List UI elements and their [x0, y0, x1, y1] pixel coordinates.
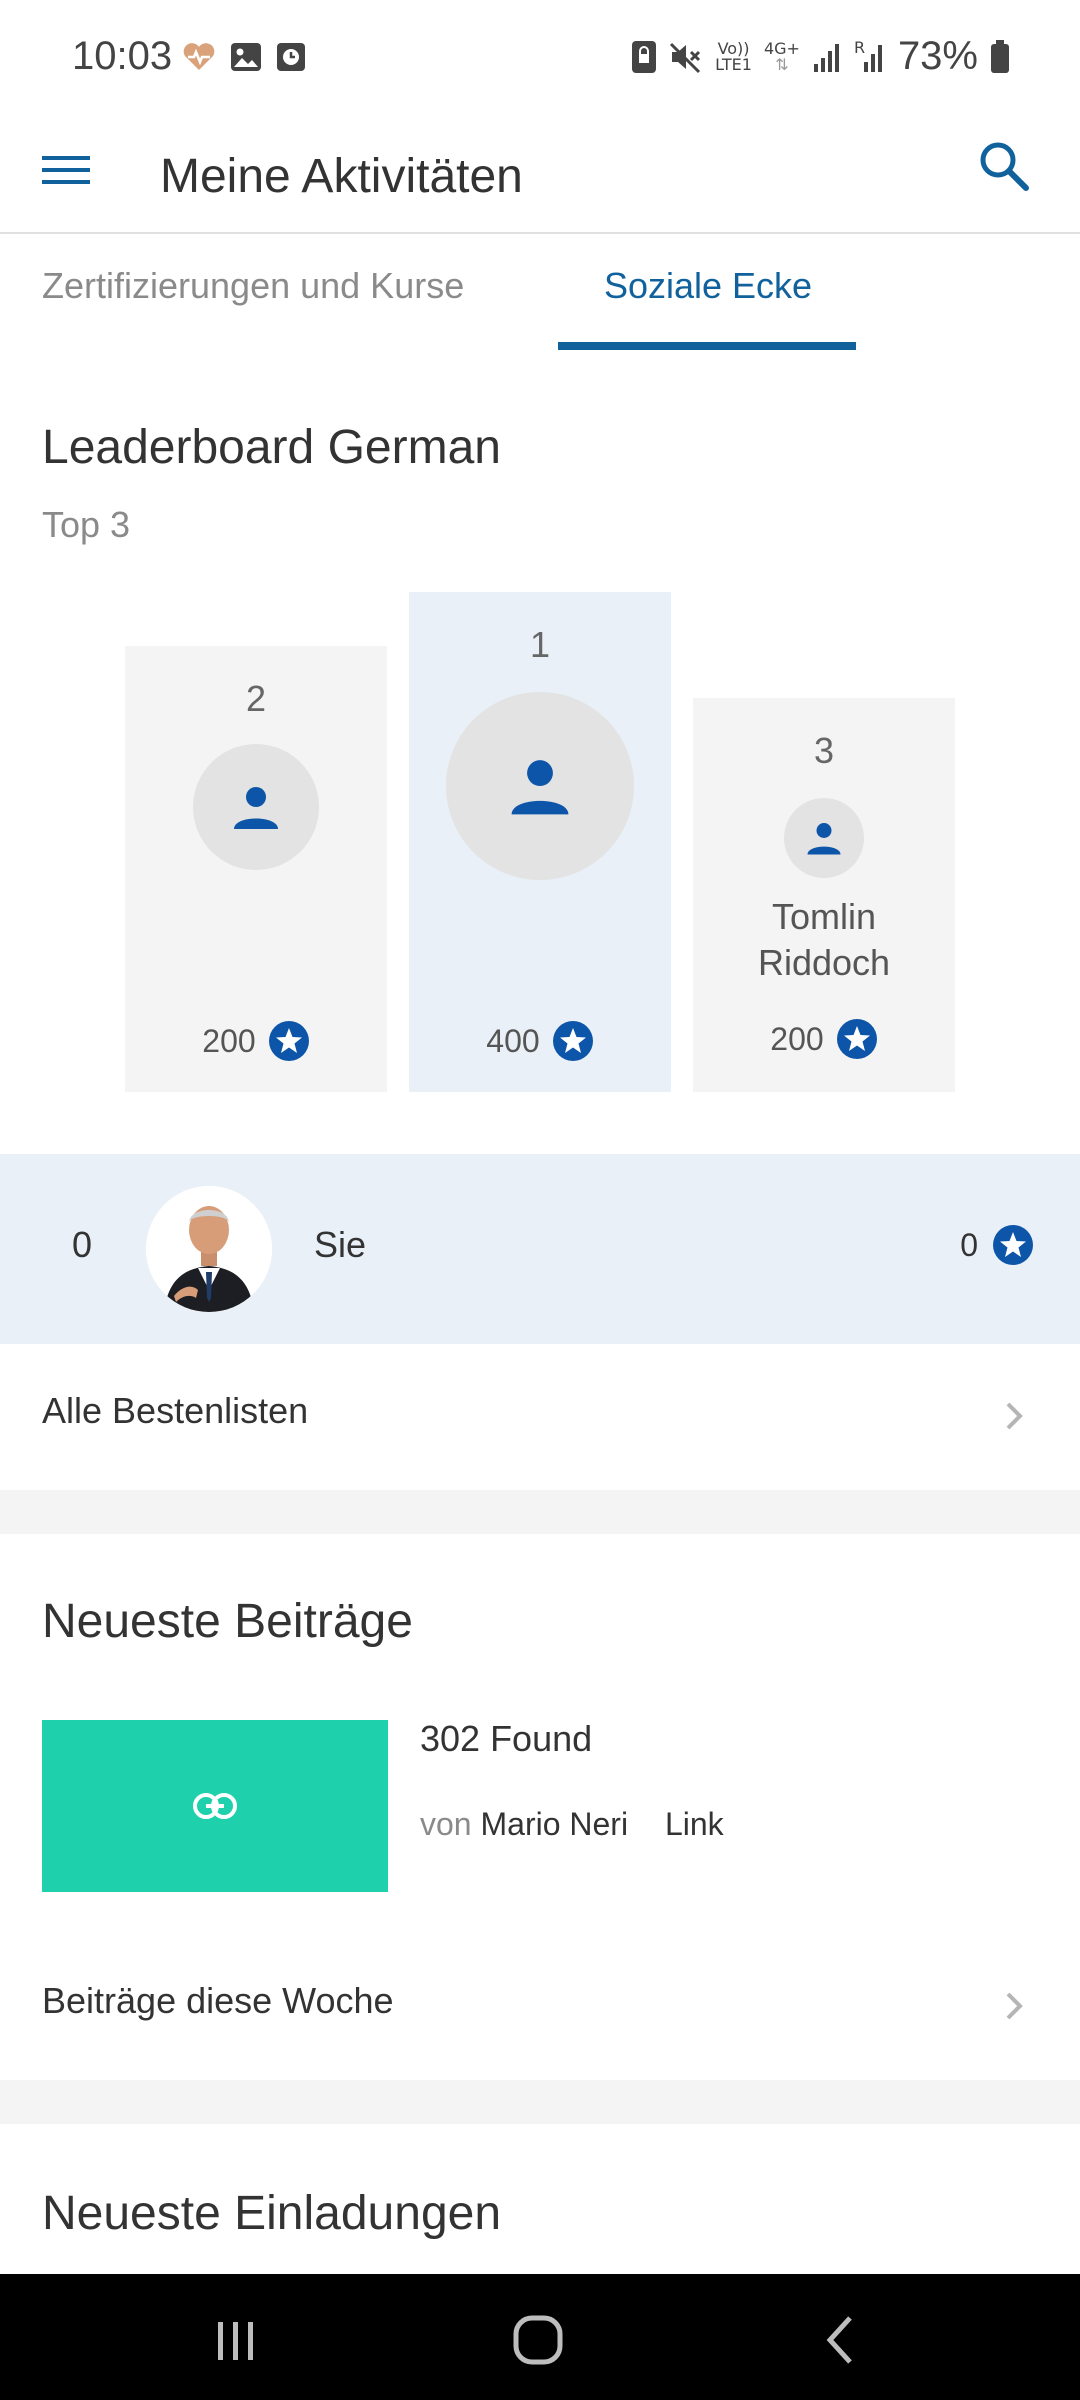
my-name: Sie	[314, 1224, 367, 1265]
back-icon[interactable]	[812, 2310, 872, 2370]
podium-rank: 3	[813, 730, 835, 771]
invitations-section-title: Neueste Einladungen	[42, 2187, 502, 2240]
user-avatar	[146, 1186, 272, 1312]
posts-this-week-row[interactable]: Beiträge diese Woche	[0, 1934, 1080, 2080]
chevron-right-icon	[1006, 1992, 1023, 2020]
hamburger-menu-icon[interactable]	[42, 146, 90, 194]
star-badge-icon	[993, 1225, 1033, 1265]
leaderboard-subtitle: Top 3	[42, 504, 131, 545]
search-icon[interactable]	[974, 136, 1034, 196]
signal-icon	[813, 43, 839, 72]
star-badge-icon	[268, 1021, 309, 1061]
person-icon	[234, 787, 278, 829]
user-photo	[146, 1186, 272, 1312]
my-rank: 0	[72, 1224, 93, 1265]
all-leaderboards-label: Alle Bestenlisten	[42, 1390, 309, 1431]
recent-apps-icon[interactable]	[206, 2310, 266, 2370]
active-tab-indicator	[558, 342, 856, 350]
post-meta: von Mario Neri Link	[420, 1806, 724, 1843]
podium-third[interactable]: 3 Tomlin Riddoch 200	[693, 698, 955, 1092]
battery-percent: 73%	[897, 34, 978, 78]
my-rank-row[interactable]: 0 Sie 0	[0, 1154, 1080, 1344]
avatar	[446, 692, 634, 880]
page: 10:03 Vo)) LTE1 4G+ ⇅ R 73% Meine Aktivi…	[0, 0, 1080, 2400]
star-badge-icon	[552, 1021, 593, 1061]
section-divider	[0, 1490, 1080, 1534]
person-icon	[807, 823, 841, 855]
post-title[interactable]: 302 Found	[420, 1718, 592, 1760]
volte-icon: Vo)) LTE1	[715, 38, 752, 74]
status-left-icons	[182, 42, 306, 72]
screen-lock-icon	[632, 40, 657, 73]
clock-app-icon	[277, 43, 305, 71]
link-icon	[193, 1793, 237, 1819]
star-badge-icon	[836, 1019, 877, 1059]
heart-rate-icon	[183, 43, 215, 70]
all-leaderboards-row[interactable]: Alle Bestenlisten	[0, 1344, 1080, 1490]
status-time: 10:03	[72, 34, 173, 78]
podium-rank: 2	[245, 678, 267, 719]
podium-second[interactable]: 2 200	[125, 646, 387, 1092]
post-thumbnail[interactable]	[42, 1720, 388, 1892]
points-value: 400	[486, 1022, 540, 1059]
posts-this-week-label: Beiträge diese Woche	[42, 1980, 394, 2021]
podium-points: 400	[409, 1020, 671, 1062]
podium-name: Tomlin Riddoch	[757, 896, 891, 983]
post-by-prefix: von	[420, 1806, 472, 1842]
my-points: 0	[960, 1224, 1034, 1266]
points-value: 200	[770, 1020, 824, 1057]
roaming-signal-icon: R	[854, 39, 886, 74]
post-type: Link	[664, 1806, 724, 1842]
post-author[interactable]: Mario Neri	[480, 1806, 628, 1842]
home-icon[interactable]	[508, 2310, 568, 2370]
tab-social-corner[interactable]: Soziale Ecke	[560, 236, 856, 352]
avatar	[784, 798, 864, 878]
battery-icon	[991, 39, 1009, 73]
podium-rank: 1	[529, 624, 551, 665]
tab-certifications-courses[interactable]: Zertifizierungen und Kurse	[42, 236, 464, 352]
podium-points: 200	[693, 1018, 955, 1060]
podium-points: 200	[125, 1020, 387, 1062]
tab-bar: Zertifizierungen und Kurse Soziale Ecke	[0, 236, 1080, 352]
gallery-icon	[231, 43, 261, 71]
mute-icon	[670, 42, 701, 73]
avatar	[193, 744, 319, 870]
posts-section-title: Neueste Beiträge	[42, 1595, 413, 1648]
points-value: 0	[960, 1226, 978, 1263]
chevron-right-icon	[1006, 1402, 1023, 1430]
person-icon	[511, 760, 569, 815]
system-nav-bar	[0, 2274, 1080, 2400]
status-right-icons: Vo)) LTE1 4G+ ⇅ R 73%	[631, 34, 1010, 79]
podium-first[interactable]: 1 400	[409, 592, 671, 1092]
app-bar: Meine Aktivitäten	[0, 118, 1080, 234]
network-4g-icon: 4G+ ⇅	[763, 38, 800, 74]
leaderboard-title: Leaderboard German	[42, 421, 501, 474]
status-bar: 10:03 Vo)) LTE1 4G+ ⇅ R 73%	[0, 0, 1080, 118]
points-value: 200	[202, 1022, 256, 1059]
page-title: Meine Aktivitäten	[160, 150, 523, 203]
section-divider	[0, 2080, 1080, 2124]
